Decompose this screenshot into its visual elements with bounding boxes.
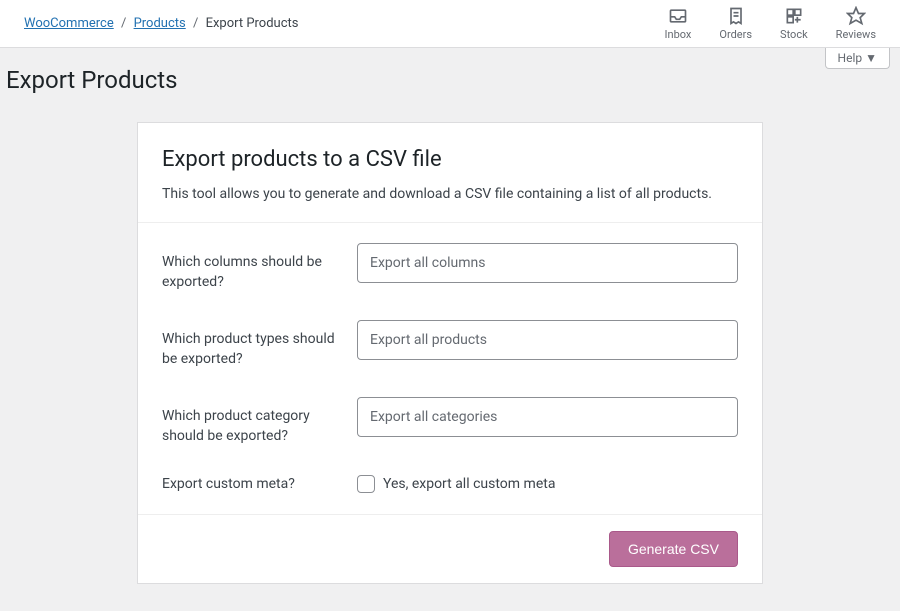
breadcrumb: WooCommerce / Products / Export Products <box>24 16 299 31</box>
inbox-icon <box>668 6 688 26</box>
columns-control: Export all columns <box>357 243 738 283</box>
stock-label: Stock <box>780 28 808 41</box>
category-label: Which product category should be exporte… <box>162 397 357 446</box>
card-footer: Generate CSV <box>138 515 762 583</box>
breadcrumb-separator: / <box>121 16 126 31</box>
orders-button[interactable]: Orders <box>719 6 752 41</box>
columns-row: Which columns should be exported? Export… <box>162 243 738 292</box>
product-types-control: Export all products <box>357 320 738 360</box>
category-row: Which product category should be exporte… <box>162 397 738 446</box>
star-icon <box>846 6 866 26</box>
reviews-button[interactable]: Reviews <box>836 6 876 41</box>
generate-csv-button[interactable]: Generate CSV <box>609 531 738 567</box>
card-body: Which columns should be exported? Export… <box>138 223 762 515</box>
help-tab[interactable]: Help ▼ <box>825 48 890 69</box>
card-header: Export products to a CSV file This tool … <box>138 123 762 223</box>
custom-meta-label: Export custom meta? <box>162 475 357 495</box>
inbox-button[interactable]: Inbox <box>665 6 692 41</box>
export-card: Export products to a CSV file This tool … <box>137 122 763 584</box>
breadcrumb-woocommerce[interactable]: WooCommerce <box>24 16 114 31</box>
breadcrumb-products[interactable]: Products <box>134 16 186 31</box>
custom-meta-checkbox-label: Yes, export all custom meta <box>383 476 555 492</box>
columns-label: Which columns should be exported? <box>162 243 357 292</box>
custom-meta-checkbox[interactable] <box>357 475 375 493</box>
orders-label: Orders <box>719 28 752 41</box>
product-types-row: Which product types should be exported? … <box>162 320 738 369</box>
card-description: This tool allows you to generate and dow… <box>162 186 738 202</box>
breadcrumb-current: Export Products <box>206 16 299 31</box>
card-title: Export products to a CSV file <box>162 147 738 172</box>
top-bar: WooCommerce / Products / Export Products… <box>0 0 900 48</box>
stock-button[interactable]: Stock <box>780 6 808 41</box>
page-title: Export Products <box>0 48 900 94</box>
top-icons: Inbox Orders Stock Reviews <box>665 6 900 41</box>
category-select[interactable]: Export all categories <box>357 397 738 437</box>
custom-meta-control: Yes, export all custom meta <box>357 475 738 493</box>
breadcrumb-separator: / <box>193 16 198 31</box>
category-control: Export all categories <box>357 397 738 437</box>
inbox-label: Inbox <box>665 28 692 41</box>
reviews-label: Reviews <box>836 28 876 41</box>
help-label: Help <box>838 51 863 65</box>
product-types-label: Which product types should be exported? <box>162 320 357 369</box>
product-types-select[interactable]: Export all products <box>357 320 738 360</box>
orders-icon <box>726 6 746 26</box>
custom-meta-row: Export custom meta? Yes, export all cust… <box>162 475 738 495</box>
columns-select[interactable]: Export all columns <box>357 243 738 283</box>
stock-icon <box>784 6 804 26</box>
